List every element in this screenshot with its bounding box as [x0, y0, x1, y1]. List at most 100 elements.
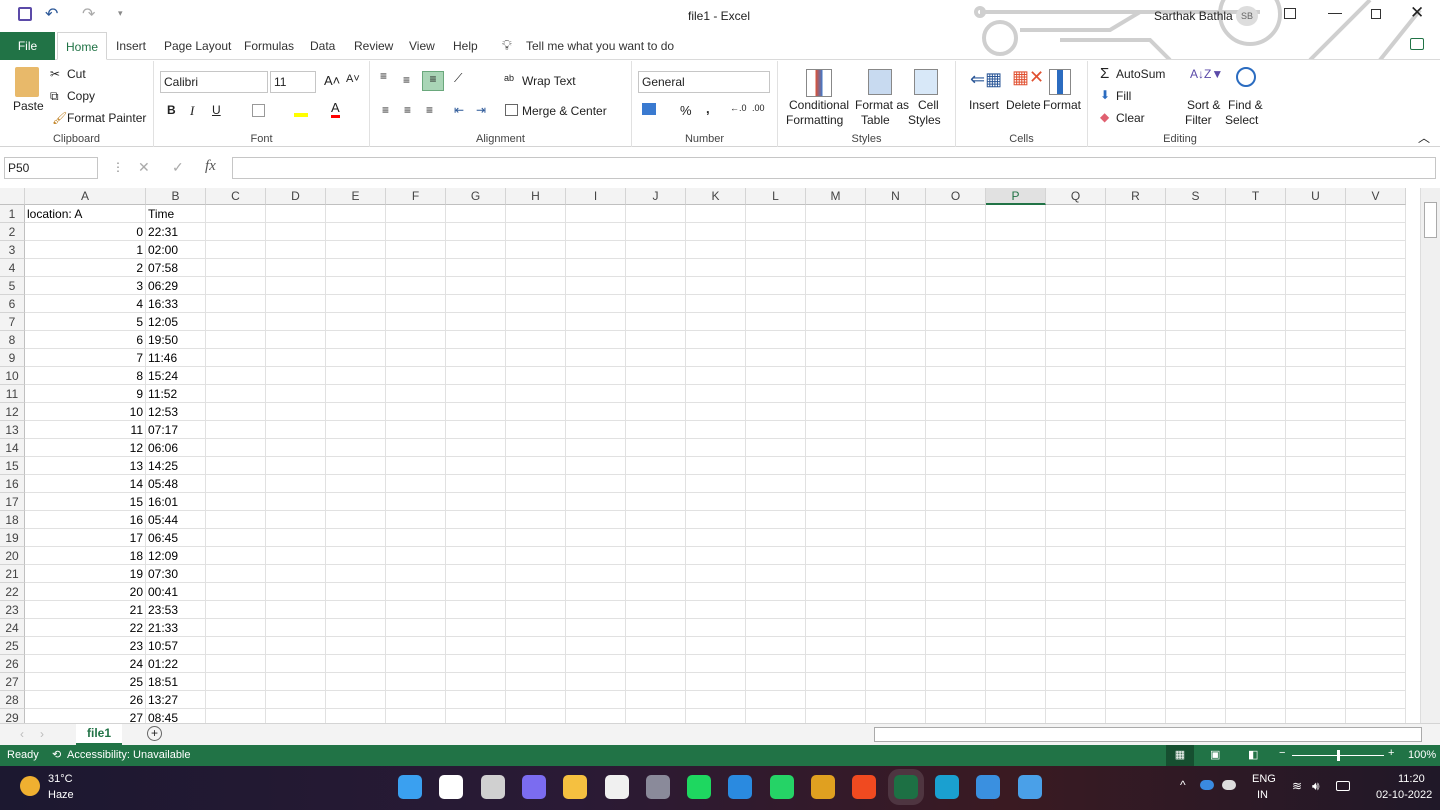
- cell-P18[interactable]: [986, 511, 1046, 529]
- cell-V27[interactable]: [1346, 673, 1406, 691]
- cell-Q19[interactable]: [1046, 529, 1106, 547]
- cell-Q24[interactable]: [1046, 619, 1106, 637]
- cell-D27[interactable]: [266, 673, 326, 691]
- cell-L24[interactable]: [746, 619, 806, 637]
- brave-icon[interactable]: [852, 775, 877, 799]
- cell-U2[interactable]: [1286, 223, 1346, 241]
- cell-L2[interactable]: [746, 223, 806, 241]
- row-header[interactable]: 5: [0, 277, 25, 295]
- cell-H3[interactable]: [506, 241, 566, 259]
- cell-Q3[interactable]: [1046, 241, 1106, 259]
- cell-S10[interactable]: [1166, 367, 1226, 385]
- cell-V24[interactable]: [1346, 619, 1406, 637]
- cell-O26[interactable]: [926, 655, 986, 673]
- cell-N25[interactable]: [866, 637, 926, 655]
- cell-T14[interactable]: [1226, 439, 1286, 457]
- vscode-icon[interactable]: [728, 775, 753, 799]
- cell-J14[interactable]: [626, 439, 686, 457]
- cell-T23[interactable]: [1226, 601, 1286, 619]
- cell-R27[interactable]: [1106, 673, 1166, 691]
- cell-J8[interactable]: [626, 331, 686, 349]
- cell-B5[interactable]: 06:29: [146, 277, 206, 295]
- cell-E3[interactable]: [326, 241, 386, 259]
- cell-B12[interactable]: 12:53: [146, 403, 206, 421]
- cell-A4[interactable]: 2: [25, 259, 146, 277]
- cell-Q29[interactable]: [1046, 709, 1106, 723]
- cell-V12[interactable]: [1346, 403, 1406, 421]
- cell-U19[interactable]: [1286, 529, 1346, 547]
- whatsapp-icon[interactable]: [769, 775, 794, 799]
- cell-G8[interactable]: [446, 331, 506, 349]
- merge-center-button[interactable]: Merge & Center: [522, 104, 607, 118]
- column-header-P[interactable]: P: [986, 188, 1046, 205]
- cell-E7[interactable]: [326, 313, 386, 331]
- row-header[interactable]: 10: [0, 367, 25, 385]
- cell-D25[interactable]: [266, 637, 326, 655]
- cell-O13[interactable]: [926, 421, 986, 439]
- comments-icon[interactable]: [1410, 38, 1424, 50]
- row-header[interactable]: 8: [0, 331, 25, 349]
- column-header-V[interactable]: V: [1346, 188, 1406, 205]
- cell-M25[interactable]: [806, 637, 866, 655]
- row-header[interactable]: 12: [0, 403, 25, 421]
- column-header-G[interactable]: G: [446, 188, 506, 205]
- wrap-text-button[interactable]: Wrap Text: [522, 74, 576, 88]
- cell-H15[interactable]: [506, 457, 566, 475]
- cell-V28[interactable]: [1346, 691, 1406, 709]
- cell-G7[interactable]: [446, 313, 506, 331]
- cell-M22[interactable]: [806, 583, 866, 601]
- cell-F9[interactable]: [386, 349, 446, 367]
- conditional-formatting-line2[interactable]: Formatting: [786, 113, 843, 127]
- language-line2[interactable]: IN: [1257, 789, 1268, 801]
- cell-J1[interactable]: [626, 205, 686, 223]
- find-select-line1[interactable]: Find &: [1228, 98, 1263, 112]
- cell-V21[interactable]: [1346, 565, 1406, 583]
- cell-E14[interactable]: [326, 439, 386, 457]
- cell-Q26[interactable]: [1046, 655, 1106, 673]
- search-icon[interactable]: [439, 775, 464, 799]
- cell-O1[interactable]: [926, 205, 986, 223]
- cell-T18[interactable]: [1226, 511, 1286, 529]
- cell-M23[interactable]: [806, 601, 866, 619]
- page-break-view-icon[interactable]: ◧: [1248, 748, 1258, 761]
- cell-I5[interactable]: [566, 277, 626, 295]
- cell-G23[interactable]: [446, 601, 506, 619]
- cell-P19[interactable]: [986, 529, 1046, 547]
- cell-F2[interactable]: [386, 223, 446, 241]
- cell-U28[interactable]: [1286, 691, 1346, 709]
- cell-G11[interactable]: [446, 385, 506, 403]
- cell-M1[interactable]: [806, 205, 866, 223]
- cell-O10[interactable]: [926, 367, 986, 385]
- cell-B27[interactable]: 18:51: [146, 673, 206, 691]
- excel-icon[interactable]: [887, 769, 924, 805]
- clock-time[interactable]: 11:20: [1398, 773, 1425, 785]
- cell-K11[interactable]: [686, 385, 746, 403]
- cell-M16[interactable]: [806, 475, 866, 493]
- cell-R19[interactable]: [1106, 529, 1166, 547]
- cell-I26[interactable]: [566, 655, 626, 673]
- cell-S22[interactable]: [1166, 583, 1226, 601]
- cell-R15[interactable]: [1106, 457, 1166, 475]
- cell-D8[interactable]: [266, 331, 326, 349]
- column-header-L[interactable]: L: [746, 188, 806, 205]
- cell-E1[interactable]: [326, 205, 386, 223]
- cancel-icon[interactable]: ✕: [138, 159, 150, 176]
- cell-J19[interactable]: [626, 529, 686, 547]
- cell-P4[interactable]: [986, 259, 1046, 277]
- paste-icon[interactable]: [15, 67, 39, 97]
- cell-V7[interactable]: [1346, 313, 1406, 331]
- cell-Q10[interactable]: [1046, 367, 1106, 385]
- cell-N29[interactable]: [866, 709, 926, 723]
- cell-O15[interactable]: [926, 457, 986, 475]
- avatar[interactable]: SB: [1236, 6, 1258, 26]
- cell-C28[interactable]: [206, 691, 266, 709]
- battery-icon[interactable]: [1336, 781, 1350, 791]
- weather-condition[interactable]: Haze: [48, 789, 74, 801]
- cell-K22[interactable]: [686, 583, 746, 601]
- cell-S26[interactable]: [1166, 655, 1226, 673]
- cell-J3[interactable]: [626, 241, 686, 259]
- cell-V4[interactable]: [1346, 259, 1406, 277]
- cell-H26[interactable]: [506, 655, 566, 673]
- column-header-S[interactable]: S: [1166, 188, 1226, 205]
- cell-B20[interactable]: 12:09: [146, 547, 206, 565]
